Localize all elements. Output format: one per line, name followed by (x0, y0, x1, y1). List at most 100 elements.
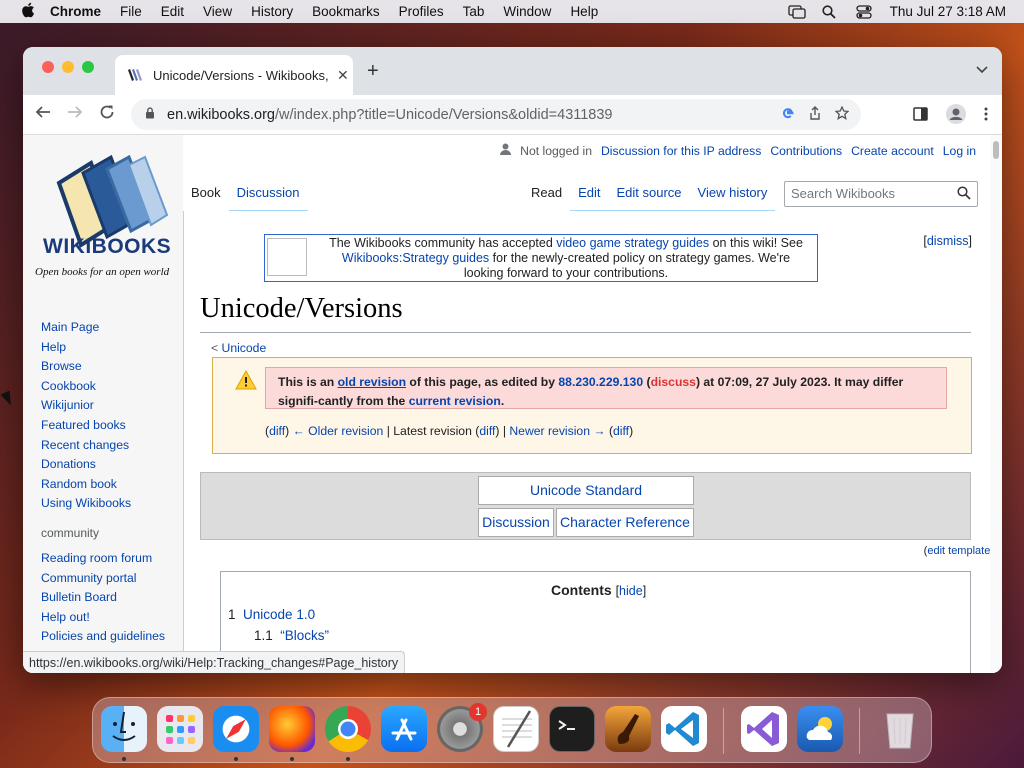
sidebar-item-bulletin-board[interactable]: Bulletin Board (41, 588, 165, 608)
menu-profiles[interactable]: Profiles (399, 4, 444, 19)
current-revision-link[interactable]: current revision (409, 394, 501, 408)
control-center-icon[interactable] (856, 4, 872, 19)
close-window-button[interactable] (42, 61, 54, 73)
sidebar-item-featured-books[interactable]: Featured books (41, 416, 131, 436)
dock-finder-icon[interactable] (101, 706, 147, 752)
contributions-link[interactable]: Contributions (770, 144, 842, 158)
tab-discussion[interactable]: Discussion (228, 173, 308, 211)
sidebar-item-browse[interactable]: Browse (41, 357, 131, 377)
menu-tab[interactable]: Tab (463, 4, 485, 19)
toc-item[interactable]: 1 Unicode 1.0 (228, 607, 315, 622)
share-icon[interactable] (809, 106, 821, 123)
active-tab[interactable]: Unicode/Versions - Wikibooks, ✕ (115, 55, 353, 95)
dock-safari-icon[interactable] (213, 706, 259, 752)
notice-link-strategy-guides[interactable]: video game strategy guides (556, 236, 709, 250)
editor-ip-link[interactable]: 88.230.229.130 (558, 375, 643, 389)
side-panel-icon[interactable] (913, 107, 928, 125)
dock-launchpad-icon[interactable] (157, 706, 203, 752)
screen-mirroring-icon[interactable] (788, 4, 806, 19)
sidebar-item-cookbook[interactable]: Cookbook (41, 377, 131, 397)
sidebar-item-recent-changes[interactable]: Recent changes (41, 436, 131, 456)
wikibooks-logo[interactable] (35, 149, 175, 279)
menu-bookmarks[interactable]: Bookmarks (312, 4, 380, 19)
dock-vscode-icon[interactable] (661, 706, 707, 752)
dock-textedit-icon[interactable] (493, 706, 539, 752)
sidebar-item-policies[interactable]: Policies and guidelines (41, 627, 165, 647)
edit-template-link[interactable]: edit template (927, 545, 990, 557)
dock-trash-icon[interactable] (877, 706, 923, 752)
diff-link-1[interactable]: diff (269, 424, 285, 438)
menu-window[interactable]: Window (503, 4, 551, 19)
close-tab-icon[interactable]: ✕ (337, 67, 349, 84)
google-lens-icon[interactable] (781, 106, 795, 123)
sidebar-item-main-page[interactable]: Main Page (41, 318, 131, 338)
profile-avatar-icon[interactable] (946, 104, 966, 128)
page-scrollbar[interactable] (990, 135, 1002, 673)
breadcrumb-unicode-link[interactable]: Unicode (222, 341, 267, 355)
tab-edit-source[interactable]: Edit source (608, 173, 690, 211)
create-account-link[interactable]: Create account (851, 144, 934, 158)
older-revision-link[interactable]: ← Older revision (293, 424, 384, 438)
discuss-link[interactable]: discuss (651, 375, 696, 389)
discussion-ip-link[interactable]: Discussion for this IP address (601, 144, 761, 158)
tab-search-chevron-icon[interactable] (976, 63, 988, 77)
forward-arrow-icon[interactable] (67, 104, 83, 125)
menu-history[interactable]: History (251, 4, 293, 19)
tab-read[interactable]: Read (523, 173, 571, 211)
menu-help[interactable]: Help (570, 4, 598, 19)
navbox-unicode-standard-link[interactable]: Unicode Standard (478, 476, 694, 505)
dismiss-link[interactable]: dismiss (927, 234, 969, 248)
sidebar-item-reading-room[interactable]: Reading room forum (41, 549, 165, 569)
dock-app-store-icon[interactable] (381, 706, 427, 752)
menubar-clock[interactable]: Thu Jul 27 3:18 AM (890, 4, 1006, 19)
diff-link-2[interactable]: diff (479, 424, 495, 438)
chrome-menu-icon[interactable] (984, 107, 988, 125)
sidebar-item-help-out[interactable]: Help out! (41, 608, 165, 628)
sidebar-item-wikijunior[interactable]: Wikijunior (41, 396, 131, 416)
tab-edit[interactable]: Edit (570, 173, 609, 211)
newer-revision-link[interactable]: Newer revision → (509, 424, 605, 438)
notice-link-policy[interactable]: Wikibooks:Strategy guides (342, 251, 489, 265)
toc-hide-link[interactable]: hide (619, 584, 643, 598)
app-menu[interactable]: Chrome (50, 4, 101, 19)
dock-terminal-icon[interactable] (549, 706, 595, 752)
toc-link[interactable]: “Blocks” (280, 628, 329, 643)
log-in-link[interactable]: Log in (943, 144, 976, 158)
sidebar-item-help[interactable]: Help (41, 338, 131, 358)
menu-view[interactable]: View (203, 4, 232, 19)
sidebar-item-using-wikibooks[interactable]: Using Wikibooks (41, 494, 131, 514)
menu-edit[interactable]: Edit (161, 4, 184, 19)
back-arrow-icon[interactable] (35, 104, 51, 125)
diff-link-3[interactable]: diff (613, 424, 629, 438)
tab-book[interactable]: Book (183, 173, 229, 211)
dock-chrome-icon[interactable] (325, 706, 371, 752)
navbox-character-reference-link[interactable]: Character Reference (556, 508, 694, 537)
reload-icon[interactable] (99, 104, 115, 125)
bookmark-star-icon[interactable] (834, 105, 850, 123)
dock-visual-studio-icon[interactable] (741, 706, 787, 752)
tab-view-history[interactable]: View history (689, 173, 776, 211)
minimize-window-button[interactable] (62, 61, 74, 73)
old-revision-link[interactable]: old revision (338, 375, 406, 389)
sidebar-item-community-portal[interactable]: Community portal (41, 569, 165, 589)
scrollbar-thumb[interactable] (993, 141, 999, 159)
dock-weather-icon[interactable] (797, 706, 843, 752)
sidebar-item-donations[interactable]: Donations (41, 455, 131, 475)
dock-firefox-icon[interactable] (269, 706, 315, 752)
view-tabs: Read Edit Edit source View history (523, 173, 776, 211)
dock-instruments-icon[interactable] (605, 706, 651, 752)
toc-link[interactable]: Unicode 1.0 (243, 607, 315, 622)
sidebar-item-random-book[interactable]: Random book (41, 475, 131, 495)
lock-icon[interactable] (145, 107, 157, 122)
apple-menu-icon[interactable] (18, 2, 38, 22)
new-tab-icon[interactable]: + (367, 60, 379, 83)
spotlight-search-icon[interactable] (822, 4, 838, 19)
address-bar[interactable]: en.wikibooks.org/w/index.php?title=Unico… (131, 99, 861, 130)
breadcrumb-prefix: < (211, 341, 222, 355)
menu-file[interactable]: File (120, 4, 142, 19)
wiki-search-input[interactable]: Search Wikibooks (784, 181, 978, 207)
zoom-window-button[interactable] (82, 61, 94, 73)
search-icon[interactable] (957, 186, 971, 203)
toc-item[interactable]: 1.1 “Blocks” (254, 628, 329, 643)
navbox-discussion-link[interactable]: Discussion (478, 508, 554, 537)
